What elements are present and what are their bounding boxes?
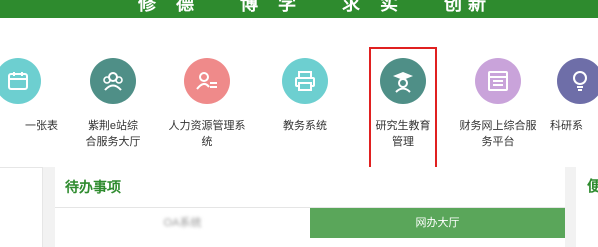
- lightbulb-icon: [557, 58, 598, 104]
- motto-char: 学: [278, 0, 296, 15]
- motto-banner: 修 德 博 学 求 实 创 新: [0, 0, 598, 18]
- people-group-icon: [90, 58, 136, 104]
- app-label: 一张表: [25, 120, 58, 132]
- motto-char: 求: [342, 0, 360, 15]
- motto-char: 修: [138, 0, 156, 15]
- motto-char: 实: [380, 0, 398, 15]
- right-panel: 便: [576, 167, 598, 247]
- app-label: 科研系: [550, 120, 583, 132]
- motto-char: 创: [444, 0, 462, 15]
- left-card: [0, 167, 43, 247]
- app-zijing-service-hall[interactable]: 紫荆e站综 合服务大厅: [67, 58, 159, 150]
- tab-oa-system[interactable]: OA系统: [55, 208, 310, 238]
- app-label: 财务网上综合服 务平台: [459, 120, 537, 148]
- pending-panel: 待办事项 OA系统 网办大厅: [55, 167, 565, 247]
- app-hr-system[interactable]: 人力资源管理系统: [161, 58, 253, 150]
- app-label: 人力资源管理系统: [168, 120, 246, 148]
- tab-online-hall[interactable]: 网办大厅: [310, 208, 565, 238]
- calendar-icon: [0, 58, 41, 104]
- document-window-icon: [475, 58, 521, 104]
- pending-tabs: OA系统 网办大厅: [55, 207, 565, 238]
- app-one-form[interactable]: 一张表: [0, 58, 64, 134]
- app-finance-platform[interactable]: 财务网上综合服 务平台: [452, 58, 544, 150]
- portal-page: 修 德 博 学 求 实 创 新 一张表 紫荆e站综 合服务大厅 人力资源管理系 …: [0, 0, 598, 247]
- right-panel-title: 便: [587, 178, 598, 195]
- motto-char: 博: [240, 0, 258, 15]
- printer-icon: [282, 58, 328, 104]
- user-list-icon: [184, 58, 230, 104]
- app-academic-affairs[interactable]: 教务系统: [259, 58, 351, 134]
- tab-label: 网办大厅: [415, 217, 460, 229]
- panel-title: 待办事项: [65, 179, 121, 195]
- app-research-system[interactable]: 科研系: [550, 58, 598, 134]
- app-label: 教务系统: [283, 120, 327, 132]
- selection-highlight: [369, 47, 437, 169]
- app-shortcuts: 一张表 紫荆e站综 合服务大厅 人力资源管理系 统 教务系统 研究生教育 管理 …: [0, 58, 598, 168]
- tab-label: OA系统: [163, 217, 202, 229]
- app-label: 紫荆e站综 合服务大厅: [85, 120, 141, 148]
- motto-char: 德: [176, 0, 194, 15]
- motto-char: 新: [468, 0, 486, 15]
